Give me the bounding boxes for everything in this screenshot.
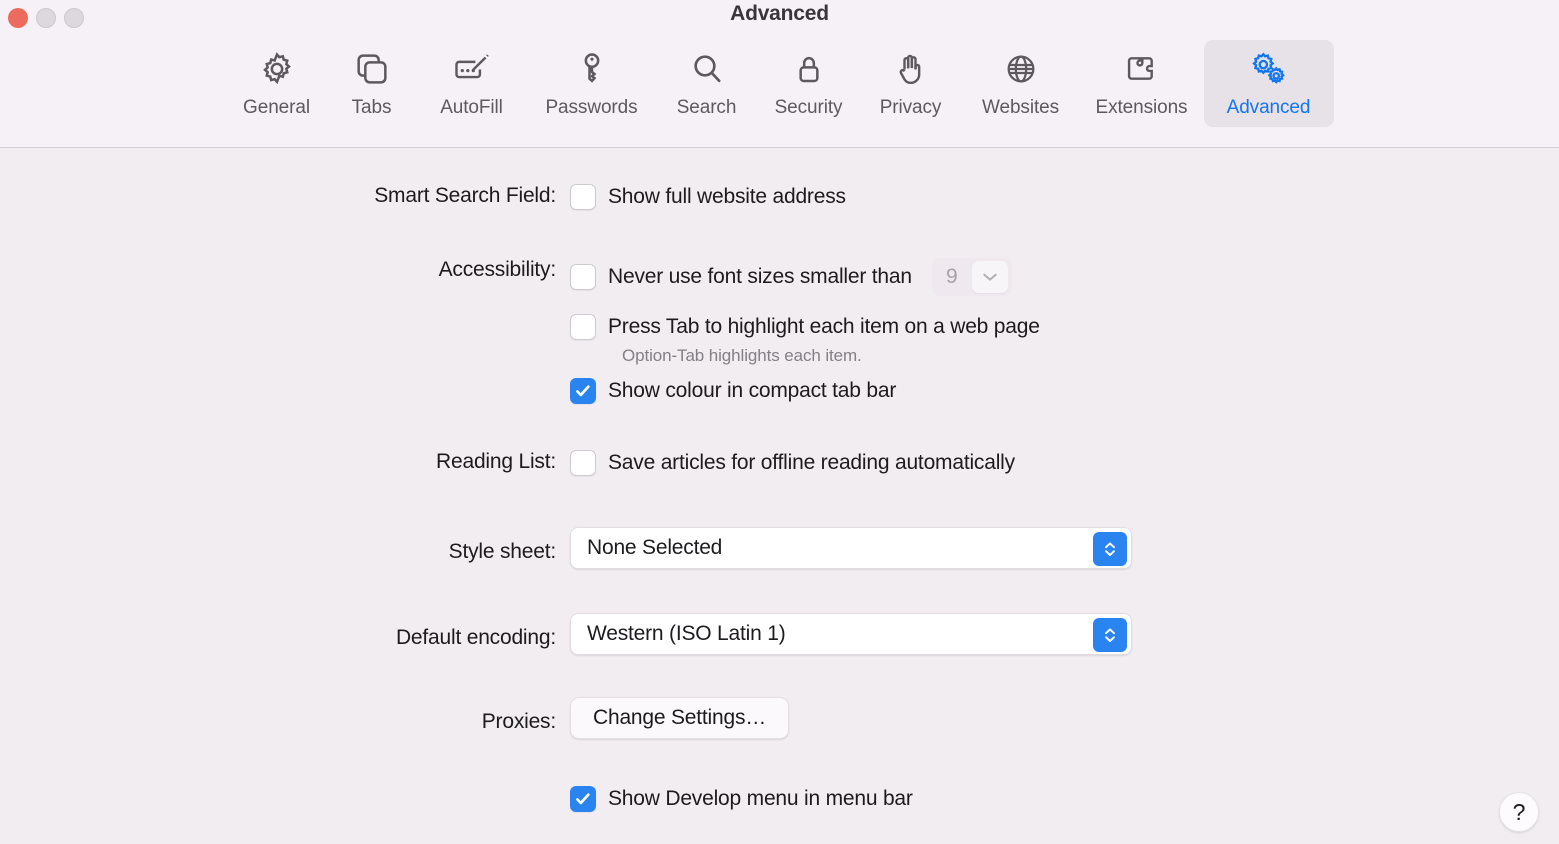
reading-list-label: Reading List: xyxy=(436,450,556,473)
row-accessibility-compact-colour: Show colour in compact tab bar xyxy=(0,378,1559,404)
option-tab-hint: Option-Tab highlights each item. xyxy=(622,346,862,365)
style-sheet-label: Style sheet: xyxy=(448,540,557,563)
tab-label: AutoFill xyxy=(440,97,503,118)
tab-tabs[interactable]: Tabs xyxy=(328,40,416,127)
min-font-size-value: 9 xyxy=(946,265,958,288)
row-develop-menu: Show Develop menu in menu bar xyxy=(0,786,1559,812)
tab-highlight-label: Press Tab to highlight each item on a we… xyxy=(608,315,1040,338)
default-encoding-popup-button[interactable]: Western (ISO Latin 1) xyxy=(570,613,1132,655)
min-font-size-label: Never use font sizes smaller than xyxy=(608,265,912,288)
tab-websites[interactable]: Websites xyxy=(962,40,1080,127)
tab-highlight-checkbox[interactable] xyxy=(570,314,596,340)
develop-menu-checkbox[interactable] xyxy=(570,786,596,812)
min-font-size-checkbox-row[interactable]: Never use font sizes smaller than xyxy=(570,264,912,290)
tab-label: Tabs xyxy=(351,97,392,118)
magnifier-icon xyxy=(687,48,727,90)
save-articles-checkbox-row[interactable]: Save articles for offline reading automa… xyxy=(570,450,1015,476)
row-accessibility-min-font: Accessibility: Never use font sizes smal… xyxy=(0,258,1559,296)
tab-search[interactable]: Search xyxy=(656,40,758,127)
tab-extensions[interactable]: Extensions xyxy=(1080,40,1204,127)
question-mark-icon: ? xyxy=(1512,798,1526,825)
tab-label: Websites xyxy=(982,97,1059,118)
style-sheet-value: None Selected xyxy=(587,536,723,559)
tab-label: Privacy xyxy=(879,97,942,118)
develop-menu-checkbox-row[interactable]: Show Develop menu in menu bar xyxy=(570,786,913,812)
compact-tab-colour-checkbox[interactable] xyxy=(570,378,596,404)
gear-icon xyxy=(257,48,297,90)
row-accessibility-tab-highlight: Press Tab to highlight each item on a we… xyxy=(0,314,1559,340)
tab-privacy[interactable]: Privacy xyxy=(860,40,962,127)
save-articles-checkbox[interactable] xyxy=(570,450,596,476)
min-font-size-combobox[interactable]: 9 xyxy=(931,258,1012,296)
row-accessibility-hint: Option-Tab highlights each item. xyxy=(0,346,1559,366)
chevron-down-icon[interactable] xyxy=(971,261,1008,293)
globe-icon xyxy=(1001,48,1041,90)
preferences-window: Advanced General Tabs AutoFill Passwords… xyxy=(0,0,1559,844)
tab-passwords[interactable]: Passwords xyxy=(528,40,656,127)
row-style-sheet: Style sheet: None Selected xyxy=(0,527,1559,569)
min-font-size-checkbox[interactable] xyxy=(570,264,596,290)
key-icon xyxy=(572,48,612,90)
lock-icon xyxy=(789,48,829,90)
change-settings-button[interactable]: Change Settings… xyxy=(570,697,790,739)
compact-tab-colour-label: Show colour in compact tab bar xyxy=(608,379,897,402)
tab-label: Security xyxy=(774,97,843,118)
advanced-settings-pane: Smart Search Field: Show full website ad… xyxy=(0,148,1559,844)
autofill-pencil-icon xyxy=(451,48,493,90)
tab-highlight-checkbox-row[interactable]: Press Tab to highlight each item on a we… xyxy=(570,314,1040,340)
puzzle-piece-icon xyxy=(1121,48,1163,90)
tabs-icon xyxy=(352,48,392,90)
row-reading-list: Reading List: Save articles for offline … xyxy=(0,450,1559,476)
row-proxies: Proxies: Change Settings… xyxy=(0,697,1559,739)
updown-chevron-icon[interactable] xyxy=(1093,618,1127,652)
tab-label: General xyxy=(243,97,310,118)
hand-icon xyxy=(891,48,931,90)
preferences-toolbar: General Tabs AutoFill Passwords Search S… xyxy=(0,36,1559,148)
row-default-encoding: Default encoding: Western (ISO Latin 1) xyxy=(0,613,1559,655)
style-sheet-popup-button[interactable]: None Selected xyxy=(570,527,1132,569)
tab-label: Passwords xyxy=(545,97,638,118)
show-full-address-checkbox-row[interactable]: Show full website address xyxy=(570,184,846,210)
row-smart-search-field: Smart Search Field: Show full website ad… xyxy=(0,184,1559,210)
updown-chevron-icon[interactable] xyxy=(1093,532,1127,566)
compact-tab-colour-checkbox-row[interactable]: Show colour in compact tab bar xyxy=(570,378,896,404)
help-button[interactable]: ? xyxy=(1499,792,1539,832)
tab-label: Extensions xyxy=(1095,97,1188,118)
tab-general[interactable]: General xyxy=(226,40,328,127)
tab-advanced[interactable]: Advanced xyxy=(1203,40,1334,127)
show-full-address-checkbox[interactable] xyxy=(570,184,596,210)
smart-search-field-label: Smart Search Field: xyxy=(374,184,556,207)
accessibility-label: Accessibility: xyxy=(438,258,557,281)
default-encoding-label: Default encoding: xyxy=(395,626,556,649)
tab-label: Advanced xyxy=(1226,97,1311,118)
window-title: Advanced xyxy=(730,2,829,25)
develop-menu-label: Show Develop menu in menu bar xyxy=(608,787,913,810)
show-full-address-label: Show full website address xyxy=(608,185,846,208)
titlebar: Advanced xyxy=(0,0,1559,36)
tab-security[interactable]: Security xyxy=(758,40,860,127)
default-encoding-value: Western (ISO Latin 1) xyxy=(587,622,786,645)
double-gear-icon xyxy=(1247,48,1291,90)
proxies-label: Proxies: xyxy=(481,710,556,733)
tab-autofill[interactable]: AutoFill xyxy=(416,40,528,127)
save-articles-label: Save articles for offline reading automa… xyxy=(608,451,1015,474)
tab-label: Search xyxy=(676,97,737,118)
